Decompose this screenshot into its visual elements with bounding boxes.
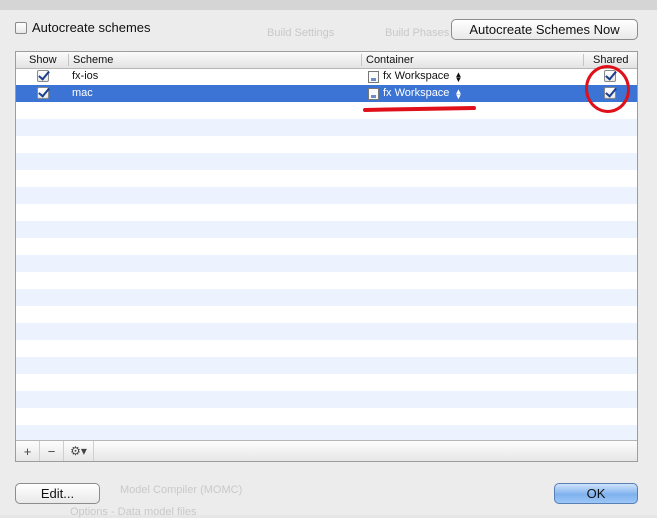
show-checkbox[interactable] xyxy=(37,87,49,100)
workspace-icon xyxy=(368,87,379,100)
bg-open-model: Options - Data model files xyxy=(70,506,197,518)
empty-table-row xyxy=(16,170,637,187)
window-top-strip xyxy=(0,0,657,10)
show-checkbox[interactable] xyxy=(37,70,49,83)
popup-arrows-icon: ▲ ▼ xyxy=(454,69,463,84)
manage-schemes-sheet: Build Settings Build Phases Model Compil… xyxy=(0,0,657,518)
plus-icon[interactable]: + xyxy=(16,441,40,461)
column-separator xyxy=(583,54,584,66)
workspace-icon xyxy=(368,70,379,83)
empty-table-row xyxy=(16,255,637,272)
empty-table-row xyxy=(16,306,637,323)
table-body: fx-ios fx Workspace ▲ ▼ mac fx Workspace ▲ ▼ xyxy=(16,68,637,442)
bg-build-phases: Build Phases xyxy=(385,27,450,39)
column-header-scheme[interactable]: Scheme xyxy=(70,53,113,67)
container-name: fx Workspace xyxy=(383,70,450,82)
empty-table-row xyxy=(16,204,637,221)
empty-table-row xyxy=(16,357,637,374)
empty-table-row xyxy=(16,323,637,340)
autocreate-schemes-toggle[interactable]: Autocreate schemes xyxy=(15,20,151,35)
column-separator xyxy=(68,54,69,66)
empty-table-row xyxy=(16,238,637,255)
scheme-name: fx-ios xyxy=(72,70,99,82)
empty-table-row xyxy=(16,136,637,153)
table-row[interactable]: fx-ios fx Workspace ▲ ▼ xyxy=(16,68,637,85)
ok-button[interactable]: OK xyxy=(554,483,638,504)
empty-table-row xyxy=(16,153,637,170)
bg-build-settings: Build Settings xyxy=(267,27,335,39)
empty-table-row xyxy=(16,102,637,119)
edit-button[interactable]: Edit... xyxy=(15,483,100,504)
gear-icon[interactable]: ⚙▾ xyxy=(64,441,94,461)
empty-table-row xyxy=(16,221,637,238)
column-separator xyxy=(361,54,362,66)
scheme-name: mac xyxy=(72,87,93,99)
table-bottom-bar: + − ⚙▾ xyxy=(16,440,637,461)
autocreate-schemes-now-button[interactable]: Autocreate Schemes Now xyxy=(451,19,638,40)
autocreate-checkbox[interactable] xyxy=(15,21,27,34)
empty-table-row xyxy=(16,391,637,408)
empty-table-row xyxy=(16,374,637,391)
empty-table-row xyxy=(16,187,637,204)
table-row[interactable]: mac fx Workspace ▲ ▼ xyxy=(16,85,637,102)
table-header: Show Scheme Container Shared xyxy=(16,52,637,69)
empty-table-row xyxy=(16,272,637,289)
empty-table-row xyxy=(16,289,637,306)
popup-arrows-icon: ▲ ▼ xyxy=(454,86,463,101)
column-header-container[interactable]: Container xyxy=(363,53,414,67)
empty-table-row xyxy=(16,340,637,357)
container-name: fx Workspace xyxy=(383,87,450,99)
minus-icon[interactable]: − xyxy=(40,441,64,461)
empty-table-row xyxy=(16,408,637,425)
empty-table-row xyxy=(16,119,637,136)
column-header-show[interactable]: Show xyxy=(26,53,57,67)
container-popup[interactable]: fx Workspace ▲ ▼ xyxy=(368,68,462,85)
bg-model-compiler: Model Compiler (MOMC) xyxy=(120,484,243,496)
autocreate-label: Autocreate schemes xyxy=(32,20,151,35)
container-popup[interactable]: fx Workspace ▲ ▼ xyxy=(368,85,462,102)
schemes-table: Show Scheme Container Shared fx-ios fx Wo… xyxy=(15,51,638,462)
